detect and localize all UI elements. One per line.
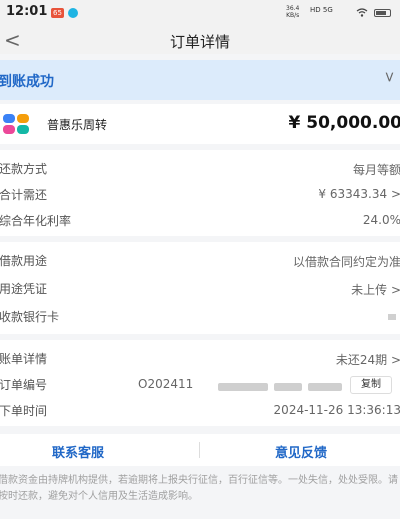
repayment-section: 还款方式 每月等额 合计需还 ¥ 63343.34 > 综合年化利率 24.0% — [0, 150, 400, 236]
bank-card-row: 收款银行卡 — [0, 304, 400, 330]
page-title: 订单详情 — [169, 33, 230, 51]
masked-order-number — [218, 383, 268, 391]
annual-rate-row: 综合年化利率 24.0% — [0, 208, 400, 234]
repayment-method-row: 还款方式 每月等额 — [0, 156, 400, 182]
risk-disclaimer: 借款资金由持牌机构提供，若逾期将上报央行征信，百行征信等。一处失信，处处受限。请… — [0, 475, 398, 502]
total-repay-row[interactable]: 合计需还 ¥ 63343.34 > — [0, 182, 400, 208]
product-logo-icon — [3, 114, 31, 136]
chevron-down-icon[interactable]: > — [381, 71, 397, 83]
network-speed-unit: KB/s — [286, 12, 300, 19]
bill-detail-value: 未还24期 > — [335, 353, 400, 367]
loan-purpose-label: 借款用途 — [0, 254, 48, 268]
order-number-value: O202411 — [138, 377, 194, 391]
annual-rate-label: 综合年化利率 — [0, 214, 72, 228]
loan-purpose-row: 借款用途 以借款合同约定为准 — [0, 248, 400, 274]
contact-support-button[interactable]: 联系客服 — [52, 442, 104, 461]
purpose-proof-value: 未上传 > — [351, 283, 400, 297]
loan-purpose-value: 以借款合同约定为准 — [292, 255, 400, 269]
network-speed: 36.4 KB/s — [286, 5, 299, 19]
navigation-bar: < 订单详情 — [0, 26, 400, 54]
order-time-row: 下单时间 2024-11-26 13:36:13 — [0, 398, 400, 424]
masked-order-number — [274, 383, 302, 391]
purpose-proof-row[interactable]: 用途凭证 未上传 > — [0, 276, 400, 302]
footer-actions: 联系客服 意见反馈 — [0, 434, 400, 466]
battery-icon — [374, 9, 391, 17]
wifi-icon — [356, 8, 368, 17]
clock: 12:01 — [6, 4, 48, 19]
product-name: 普惠乐周转 — [47, 118, 108, 132]
status-bar: 12:01 65 36.4 KB/s HD 5G — [0, 0, 400, 26]
feedback-button[interactable]: 意见反馈 — [275, 442, 327, 461]
bill-detail-label: 账单详情 — [0, 352, 48, 366]
order-status-text: 到账成功 — [0, 74, 54, 90]
divider — [199, 442, 200, 458]
signal-icon: HD 5G — [310, 6, 333, 14]
copy-order-number-button[interactable]: 复制 — [350, 376, 392, 394]
masked-value — [388, 314, 396, 320]
annual-rate-value: 24.0% — [362, 213, 400, 227]
order-status-banner[interactable]: 到账成功 > — [0, 60, 400, 100]
product-summary: 普惠乐周转 ¥ 50,000.00 — [0, 104, 400, 144]
order-time-value: 2024-11-26 13:36:13 — [273, 403, 400, 417]
order-time-label: 下单时间 — [0, 404, 48, 418]
loan-amount: ¥ 50,000.00 — [288, 113, 400, 133]
bill-detail-row[interactable]: 账单详情 未还24期 > — [0, 346, 400, 372]
repayment-method-value: 每月等额 — [352, 163, 400, 177]
purpose-proof-label: 用途凭证 — [0, 282, 48, 296]
total-repay-label: 合计需还 — [0, 188, 48, 202]
network-speed-value: 36.4 — [286, 5, 300, 12]
notification-badge: 65 — [51, 8, 64, 18]
masked-order-number — [308, 383, 342, 391]
app-notification-icon — [68, 8, 78, 18]
bank-card-label: 收款银行卡 — [0, 310, 60, 324]
total-repay-value: ¥ 63343.34 > — [318, 187, 400, 201]
order-number-label: 订单编号 — [0, 378, 48, 392]
repayment-method-label: 还款方式 — [0, 162, 48, 176]
loan-info-section: 借款用途 以借款合同约定为准 用途凭证 未上传 > 收款银行卡 — [0, 242, 400, 334]
